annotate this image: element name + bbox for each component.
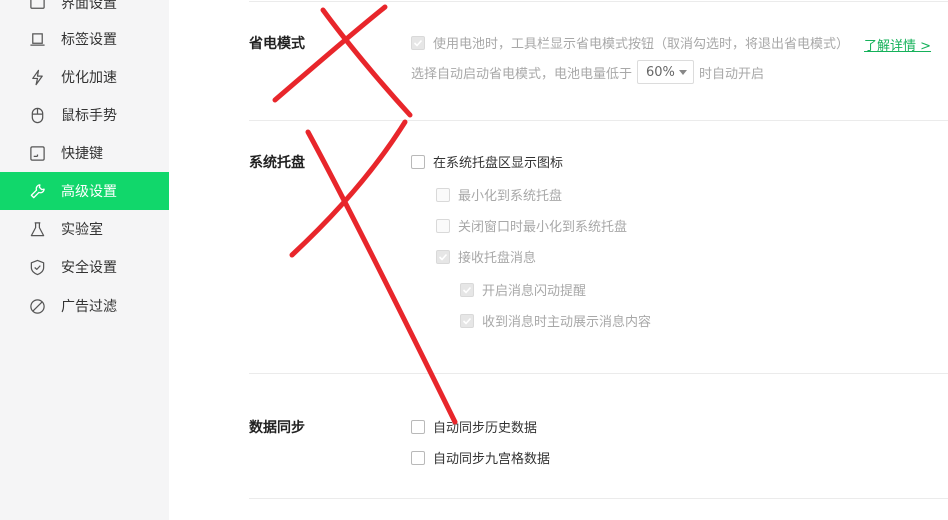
minimize-to-tray-row[interactable]: 最小化到系统托盘 bbox=[436, 185, 562, 204]
sidebar-item-label: 广告过滤 bbox=[61, 299, 117, 315]
auto-power-saving-suffix: 时自动开启 bbox=[699, 66, 765, 82]
learn-more-link[interactable]: 了解详情 > bbox=[864, 35, 931, 54]
sidebar-item-label: 鼠标手势 bbox=[61, 108, 117, 124]
minimize-to-tray-label: 最小化到系统托盘 bbox=[458, 189, 563, 204]
tab-icon bbox=[28, 30, 46, 48]
sync-grid-label: 自动同步九宫格数据 bbox=[433, 452, 551, 467]
section-divider bbox=[249, 498, 948, 499]
minimize-to-tray-checkbox[interactable] bbox=[436, 187, 450, 202]
sidebar-item-label: 高级设置 bbox=[61, 184, 117, 200]
data-sync-title: 数据同步 bbox=[249, 420, 305, 436]
sidebar-item-ad-filter[interactable]: 广告过滤 bbox=[0, 287, 169, 325]
sync-history-label: 自动同步历史数据 bbox=[433, 421, 538, 436]
battery-threshold-value: 60% bbox=[646, 64, 675, 80]
sidebar-item-mouse-gesture[interactable]: 鼠标手势 bbox=[0, 96, 169, 134]
block-icon bbox=[28, 297, 46, 315]
sidebar-item-label: 安全设置 bbox=[61, 260, 117, 276]
sidebar-item-lab[interactable]: 实验室 bbox=[0, 210, 169, 248]
receive-messages-label: 接收托盘消息 bbox=[458, 251, 537, 266]
keyboard-icon bbox=[28, 144, 46, 162]
sidebar-item-interface[interactable]: 界面设置 bbox=[0, 0, 169, 22]
battery-option-label: 使用电池时，工具栏显示省电模式按钮（取消勾选时，将退出省电模式） bbox=[433, 37, 850, 52]
sidebar-item-tabs[interactable]: 标签设置 bbox=[0, 20, 169, 58]
flask-icon bbox=[28, 220, 46, 238]
sync-grid-row[interactable]: 自动同步九宫格数据 bbox=[411, 448, 550, 467]
section-divider bbox=[249, 373, 948, 374]
sidebar-item-label: 实验室 bbox=[61, 222, 103, 238]
receive-messages-checkbox[interactable] bbox=[436, 249, 450, 264]
shield-icon bbox=[28, 258, 46, 276]
sync-history-checkbox[interactable] bbox=[411, 419, 425, 434]
close-minimize-label: 关闭窗口时最小化到系统托盘 bbox=[458, 220, 628, 235]
auto-power-saving-row: 选择自动启动省电模式，电池电量低于 60% 时自动开启 bbox=[411, 60, 764, 84]
show-content-row[interactable]: 收到消息时主动展示消息内容 bbox=[460, 311, 651, 330]
battery-threshold-select[interactable]: 60% bbox=[637, 60, 695, 84]
power-saving-title: 省电模式 bbox=[249, 36, 305, 52]
flash-reminder-label: 开启消息闪动提醒 bbox=[482, 284, 587, 299]
system-tray-title: 系统托盘 bbox=[249, 155, 305, 171]
show-tray-icon-row[interactable]: 在系统托盘区显示图标 bbox=[411, 152, 563, 171]
sidebar-item-optimize[interactable]: 优化加速 bbox=[0, 58, 169, 96]
auto-power-saving-prefix: 选择自动启动省电模式，电池电量低于 bbox=[411, 66, 633, 82]
sync-grid-checkbox[interactable] bbox=[411, 450, 425, 465]
close-minimize-checkbox[interactable] bbox=[436, 218, 450, 233]
battery-option-row[interactable]: 使用电池时，工具栏显示省电模式按钮（取消勾选时，将退出省电模式） bbox=[411, 33, 849, 52]
sidebar: 界面设置 标签设置 优化加速 鼠标手势 快捷键 高级设置 实验室 安全设置 广告… bbox=[0, 0, 169, 520]
sidebar-item-advanced[interactable]: 高级设置 bbox=[0, 172, 169, 210]
mouse-icon bbox=[28, 106, 46, 124]
show-tray-icon-label: 在系统托盘区显示图标 bbox=[433, 156, 564, 171]
sidebar-item-label: 界面设置 bbox=[61, 0, 117, 12]
receive-messages-row[interactable]: 接收托盘消息 bbox=[436, 247, 536, 266]
section-divider bbox=[249, 120, 948, 121]
sync-history-row[interactable]: 自动同步历史数据 bbox=[411, 417, 537, 436]
show-content-checkbox[interactable] bbox=[460, 313, 474, 328]
sidebar-item-label: 标签设置 bbox=[61, 32, 117, 48]
lightning-icon bbox=[28, 68, 46, 86]
sidebar-item-label: 快捷键 bbox=[61, 146, 103, 162]
sidebar-item-shortcuts[interactable]: 快捷键 bbox=[0, 134, 169, 172]
sidebar-item-label: 优化加速 bbox=[61, 70, 117, 86]
sidebar-item-security[interactable]: 安全设置 bbox=[0, 248, 169, 286]
show-tray-icon-checkbox[interactable] bbox=[411, 154, 425, 169]
flash-reminder-row[interactable]: 开启消息闪动提醒 bbox=[460, 280, 586, 299]
battery-option-checkbox[interactable] bbox=[411, 35, 425, 50]
close-minimize-row[interactable]: 关闭窗口时最小化到系统托盘 bbox=[436, 216, 627, 235]
flash-reminder-checkbox[interactable] bbox=[460, 282, 474, 297]
wrench-icon bbox=[28, 182, 46, 200]
chevron-down-icon bbox=[679, 69, 688, 75]
show-content-label: 收到消息时主动展示消息内容 bbox=[482, 315, 652, 330]
section-divider bbox=[249, 1, 948, 2]
window-icon bbox=[28, 0, 46, 12]
